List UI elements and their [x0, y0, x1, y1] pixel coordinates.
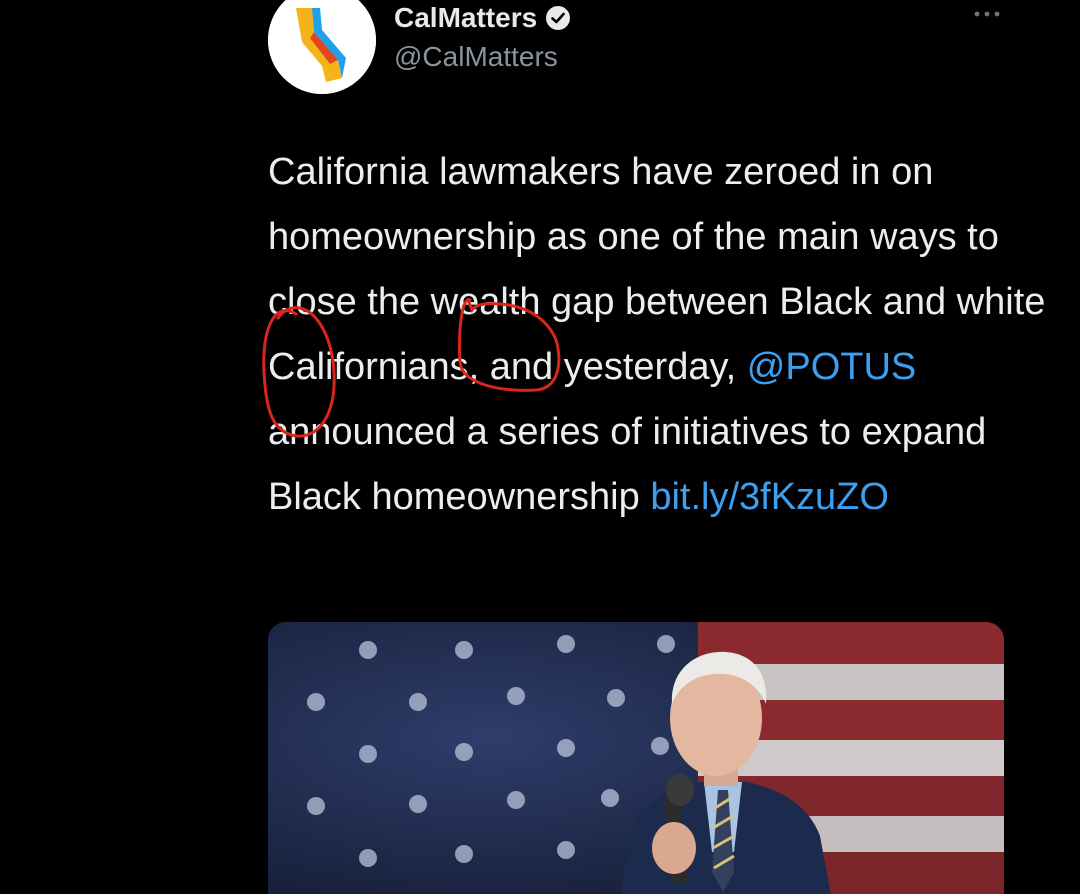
author-display-name[interactable]: CalMatters: [394, 0, 537, 36]
calmatters-logo-icon: [268, 0, 376, 94]
url-link[interactable]: bit.ly/3fKzuZO: [650, 476, 889, 518]
tweet-text-part1: California lawmakers have zeroed in on h…: [268, 151, 1046, 388]
verified-badge-icon: [546, 6, 571, 30]
photo-illustration: [268, 622, 1004, 894]
mention-link[interactable]: @POTUS: [747, 346, 916, 388]
author-handle[interactable]: @CalMatters: [394, 40, 558, 74]
author-name-row[interactable]: CalMatters: [394, 0, 571, 36]
author-avatar[interactable]: [268, 0, 376, 94]
more-options-icon[interactable]: [972, 4, 1002, 24]
tweet-media-photo[interactable]: [268, 622, 1004, 894]
tweet-text: California lawmakers have zeroed in on h…: [268, 140, 1048, 530]
